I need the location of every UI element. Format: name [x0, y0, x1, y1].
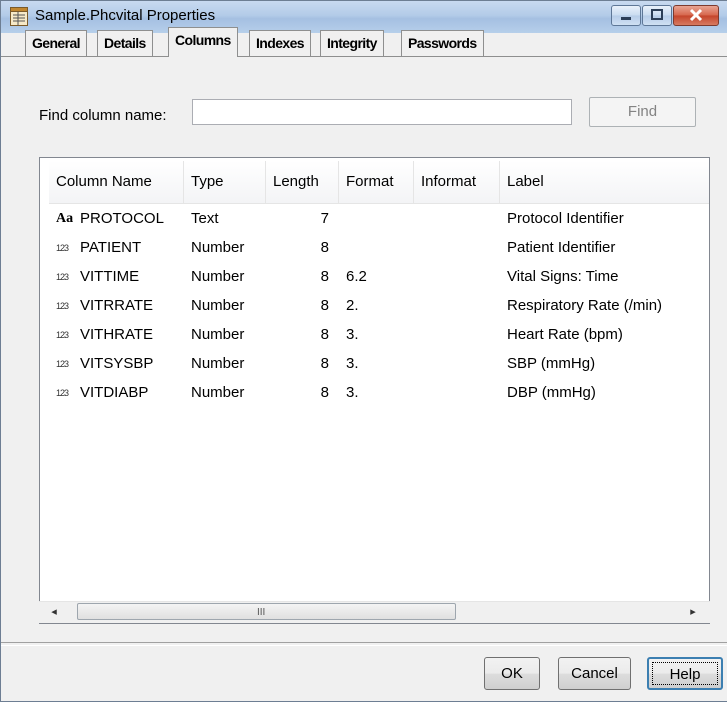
find-button[interactable]: Find — [589, 97, 696, 127]
window-title: Sample.Phcvital Properties — [35, 7, 216, 24]
cell-format: 3. — [346, 326, 359, 343]
header-informat[interactable]: Informat — [414, 161, 500, 203]
cell-format: 3. — [346, 384, 359, 401]
header-label[interactable]: Label — [500, 161, 709, 203]
cell-type: Number — [191, 384, 245, 401]
cell-name: PATIENT — [80, 239, 142, 256]
button-separator — [1, 642, 727, 646]
title-bar[interactable]: Sample.Phcvital Properties — [1, 1, 727, 33]
cell-length: 8 — [320, 268, 329, 285]
cell-name: VITRRATE — [80, 297, 154, 314]
ok-button-label: OK — [501, 665, 523, 682]
numeric-column-icon: 123 — [56, 388, 69, 398]
tab-passwords[interactable]: Passwords — [401, 30, 484, 56]
minimize-button[interactable] — [611, 5, 641, 26]
table-row[interactable]: 123 VITTIME Number 8 6.2 Vital Signs: Time — [49, 263, 709, 291]
cell-format: 6.2 — [346, 268, 367, 285]
tab-strip-line — [1, 56, 727, 57]
cell-length: 8 — [320, 326, 329, 343]
numeric-column-icon: 123 — [56, 243, 69, 253]
scroll-right-arrow-icon[interactable]: ▸ — [685, 603, 701, 621]
cell-label: Heart Rate (bpm) — [507, 326, 623, 343]
scroll-left-arrow-icon[interactable]: ◂ — [46, 603, 62, 621]
close-icon — [689, 8, 703, 22]
tab-details[interactable]: Details — [97, 30, 153, 56]
cell-label: SBP (mmHg) — [507, 355, 596, 372]
find-column-label: Find column name: — [39, 107, 167, 124]
cell-name: VITDIABP — [80, 384, 149, 401]
cell-name: VITHRATE — [80, 326, 154, 343]
close-button[interactable] — [673, 5, 719, 26]
columns-list[interactable]: Column Name Type Length Format Informat … — [39, 157, 710, 624]
cell-label: Respiratory Rate (/min) — [507, 297, 663, 314]
header-column-name[interactable]: Column Name — [49, 161, 184, 203]
cell-length: 8 — [320, 355, 329, 372]
table-row[interactable]: 123 VITHRATE Number 8 3. Heart Rate (bpm) — [49, 321, 709, 349]
cancel-button[interactable]: Cancel — [558, 657, 631, 690]
cell-length: 8 — [320, 384, 329, 401]
find-button-label: Find — [627, 103, 658, 120]
cancel-button-label: Cancel — [571, 665, 618, 682]
header-length[interactable]: Length — [266, 161, 339, 203]
numeric-column-icon: 123 — [56, 301, 69, 311]
help-button[interactable]: Help — [647, 657, 723, 690]
cell-name: VITSYSBP — [80, 355, 154, 372]
maximize-icon — [651, 9, 663, 20]
cell-name: VITTIME — [80, 268, 140, 285]
ok-button[interactable]: OK — [484, 657, 540, 690]
cell-type: Number — [191, 355, 245, 372]
find-column-input[interactable] — [192, 99, 572, 125]
cell-format: 3. — [346, 355, 359, 372]
tab-indexes[interactable]: Indexes — [249, 30, 311, 56]
table-row[interactable]: 123 VITSYSBP Number 8 3. SBP (mmHg) — [49, 350, 709, 378]
minimize-icon — [621, 17, 631, 20]
properties-dialog: Sample.Phcvital Properties General Detai… — [0, 0, 727, 702]
cell-length: 7 — [320, 210, 329, 227]
cell-length: 8 — [320, 297, 329, 314]
text-column-icon: Aa — [56, 211, 74, 226]
cell-label: Vital Signs: Time — [507, 268, 619, 285]
numeric-column-icon: 123 — [56, 359, 69, 369]
help-button-focus-rect: Help — [652, 662, 718, 685]
numeric-column-icon: 123 — [56, 272, 69, 282]
cell-type: Number — [191, 326, 245, 343]
table-row[interactable]: 123 VITDIABP Number 8 3. DBP (mmHg) — [49, 379, 709, 407]
table-row[interactable]: 123 VITRRATE Number 8 2. Respiratory Rate (/m… — [49, 292, 709, 320]
scroll-grip-icon: III — [257, 607, 266, 618]
header-type[interactable]: Type — [184, 161, 266, 203]
cell-length: 8 — [320, 239, 329, 256]
columns-list-header: Column Name Type Length Format Informat … — [49, 161, 709, 204]
cell-type: Number — [191, 268, 245, 285]
maximize-button[interactable] — [642, 5, 672, 26]
tab-general[interactable]: General — [25, 30, 87, 56]
cell-type: Number — [191, 239, 245, 256]
cell-type: Text — [191, 210, 219, 227]
cell-label: Protocol Identifier — [507, 210, 624, 227]
header-format[interactable]: Format — [339, 161, 414, 203]
properties-sheet-icon — [10, 7, 28, 26]
cell-format: 2. — [346, 297, 359, 314]
help-button-label: Help — [669, 666, 701, 683]
numeric-column-icon: 123 — [56, 330, 69, 340]
cell-type: Number — [191, 297, 245, 314]
cell-label: Patient Identifier — [507, 239, 616, 256]
scroll-thumb[interactable]: III — [77, 603, 456, 620]
tab-integrity[interactable]: Integrity — [320, 30, 384, 56]
tab-columns[interactable]: Columns — [168, 27, 238, 57]
cell-label: DBP (mmHg) — [507, 384, 596, 401]
cell-name: PROTOCOL — [80, 210, 164, 227]
table-row[interactable]: 123 PATIENT Number 8 Patient Identifier — [49, 234, 709, 262]
table-row[interactable]: Aa PROTOCOL Text 7 Protocol Identifier — [49, 205, 709, 233]
